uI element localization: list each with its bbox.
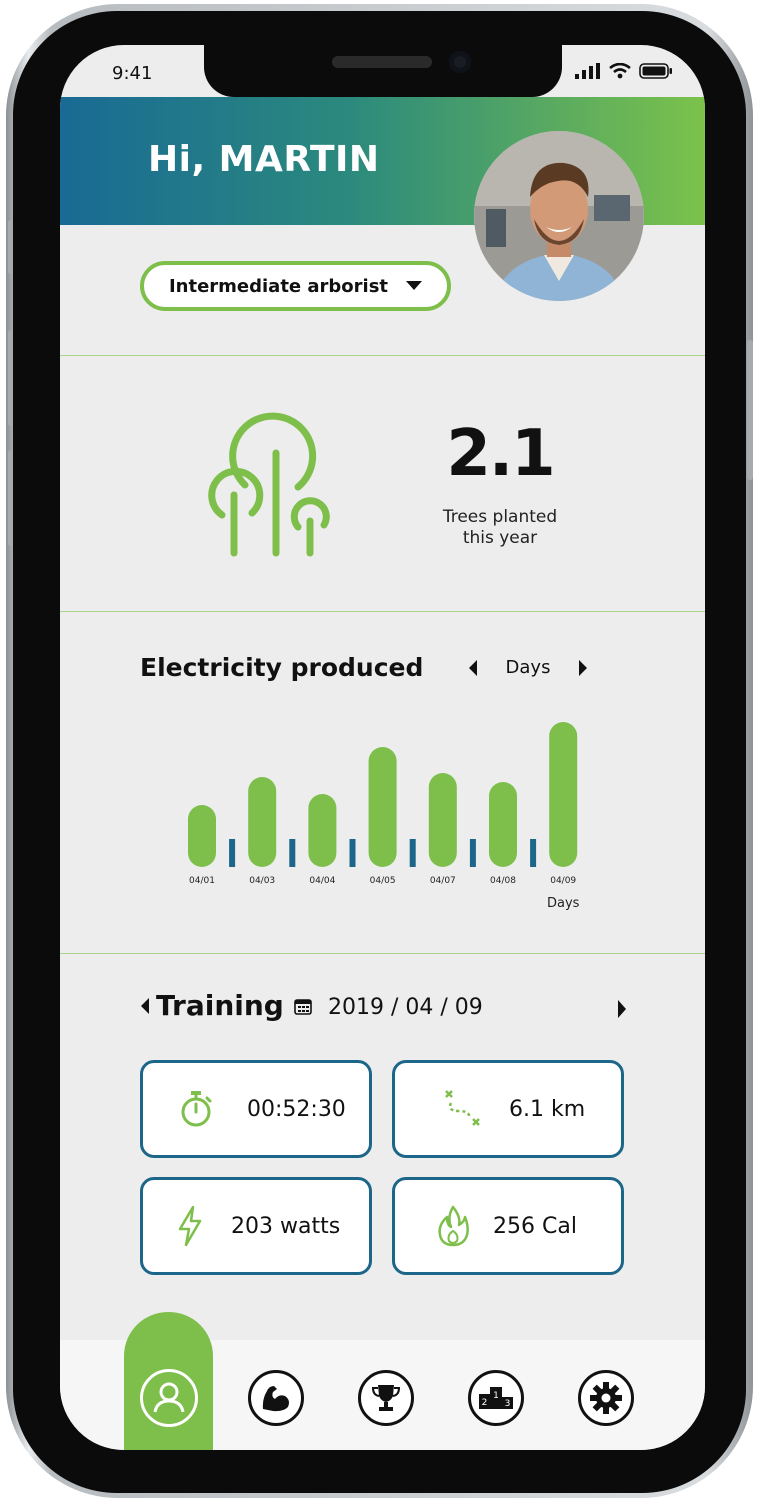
avatar[interactable] [474,131,644,301]
secondary-bar [469,839,476,867]
period-prev-icon[interactable] [468,659,478,676]
greeting: Hi, MARTIN [148,139,380,180]
trees-label-line2: this year [462,528,538,548]
flame-icon [438,1205,469,1247]
electricity-chart: 04/01 04/03 04/04 04/05 04/07 04/08 04/09 Days [188,722,580,911]
divider-top [60,355,705,356]
muscle-icon [262,1386,289,1412]
training-date: 2019 / 04 / 09 [328,995,483,1020]
chart-title: Electricity produced [140,653,424,682]
wifi-icon [609,63,631,79]
tick-label: 04/07 [430,876,456,886]
bar-04/05 [368,747,397,867]
trees-label-line1: Trees planted [442,507,558,527]
nav-achievements[interactable] [358,1370,414,1426]
nav-ranking[interactable]: 1 2 3 [468,1370,524,1426]
tick-label: 04/03 [249,876,275,886]
trophy-icon [371,1385,401,1411]
training-title: Training [156,989,284,1022]
distance-value: 6.1 km [509,1096,586,1122]
distance-card: 6.1 km [392,1060,624,1158]
tick-label: 04/04 [309,876,335,886]
svg-text:3: 3 [505,1399,511,1409]
podium-icon: 1 2 3 [479,1387,513,1409]
bar-04/08 [489,782,517,867]
tick-label: 04/01 [189,876,215,886]
route-icon [445,1090,480,1126]
duration-card: 00:52:30 [140,1060,372,1158]
nav-profile[interactable] [140,1369,198,1427]
trees-icon [208,412,330,557]
front-camera [449,51,471,73]
tick-label: 04/08 [490,876,516,886]
power-value: 203 watts [231,1213,341,1239]
duration-value: 00:52:30 [247,1096,346,1122]
avatar-photo [474,131,644,301]
secondary-bar [530,839,537,867]
secondary-bar [409,839,416,867]
power-button [747,340,753,480]
status-time: 9:41 [112,63,153,84]
bar-04/04 [308,794,337,867]
svg-text:2: 2 [482,1398,488,1408]
period-next-icon[interactable] [578,659,588,676]
level-value: Intermediate arborist [168,275,389,297]
period-label: Days [505,657,551,678]
stopwatch-icon [181,1091,212,1127]
trees-planted-value: 2.1 [446,417,555,491]
nav-training[interactable] [248,1370,304,1426]
status-icons [575,63,673,79]
divider-bottom [60,953,705,954]
dropdown-arrow-icon [406,281,423,290]
svg-text:1: 1 [493,1391,499,1401]
divider-middle [60,611,705,612]
profile-icon [153,1382,185,1413]
calories-card: 256 Cal [392,1177,624,1275]
level-selector[interactable]: Intermediate arborist [140,261,451,311]
bar-04/09 [549,722,578,867]
secondary-bar [349,839,356,867]
notch [204,45,562,97]
training-header: Training [140,989,312,1022]
app-screen: 9:41 Hi, MARTIN Intermediate arborist 2.… [60,45,705,1450]
training-next-icon[interactable] [617,1000,627,1018]
training-prev-icon[interactable] [140,997,150,1014]
battery-icon [639,63,672,79]
period-switcher: Days [468,657,588,678]
bar-04/01 [188,805,216,867]
lightning-icon [178,1206,202,1246]
bar-04/07 [428,773,457,867]
calendar-icon[interactable] [294,997,312,1015]
nav-settings[interactable] [578,1370,634,1426]
tick-label: 04/09 [550,876,576,886]
signal-icon [575,63,600,79]
secondary-bar [289,839,296,867]
gear-icon [590,1382,622,1414]
speaker-grille [332,56,432,68]
x-axis-label: Days [547,896,580,911]
calories-value: 256 Cal [493,1213,577,1239]
power-card: 203 watts [140,1177,372,1275]
trees-planted-label: Trees planted this year [420,507,580,549]
secondary-bar [229,839,236,867]
tick-label: 04/05 [370,876,396,886]
bar-04/03 [248,777,277,867]
